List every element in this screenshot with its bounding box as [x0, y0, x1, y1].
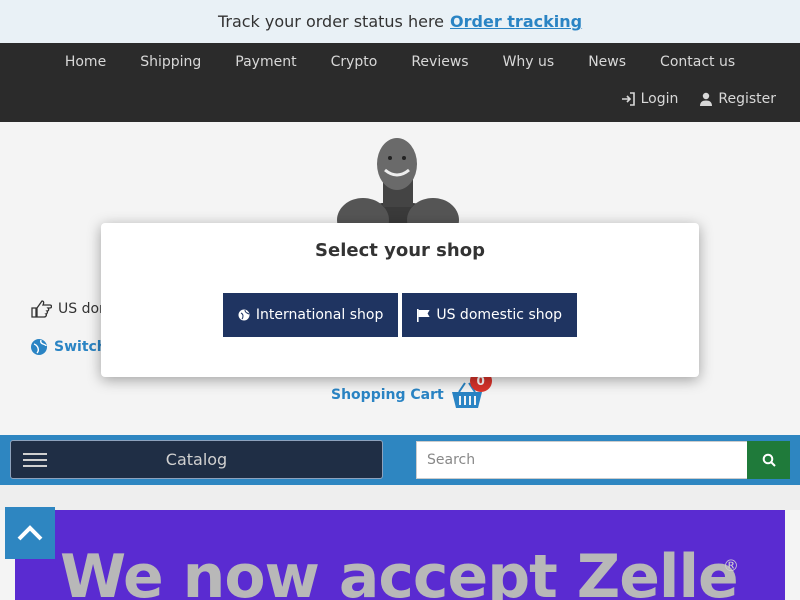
flag-icon	[417, 308, 430, 322]
modal-overlay: Select your shop International shop US d…	[0, 0, 800, 600]
us-domestic-shop-button[interactable]: US domestic shop	[402, 293, 578, 337]
international-shop-button[interactable]: International shop	[222, 293, 399, 337]
select-shop-dialog: Select your shop International shop US d…	[101, 223, 699, 377]
dialog-title: Select your shop	[315, 240, 485, 261]
globe-icon	[238, 309, 250, 321]
